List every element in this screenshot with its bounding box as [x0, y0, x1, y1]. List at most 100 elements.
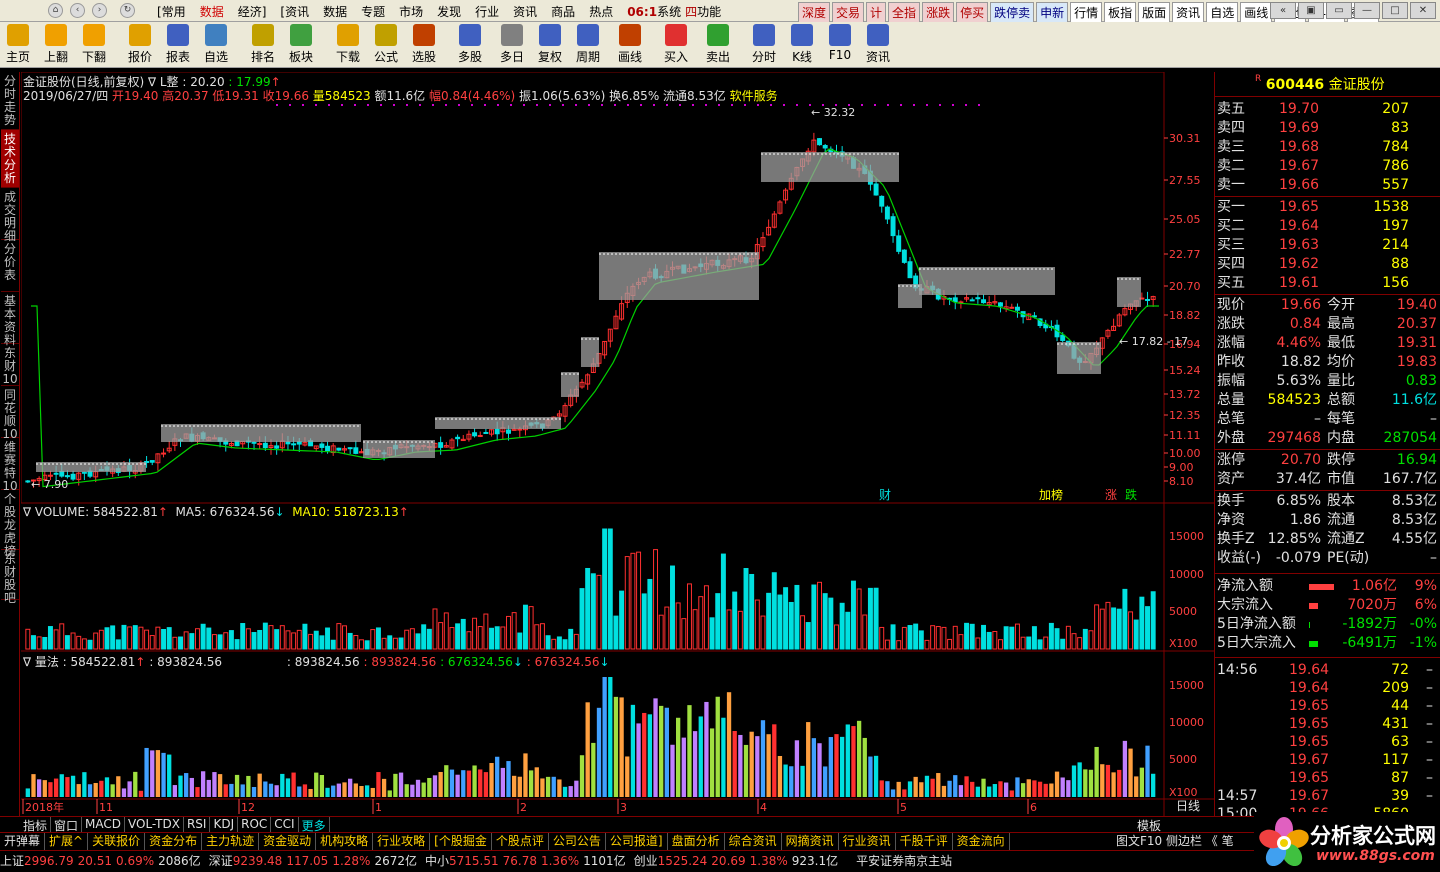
quick-menu-item-6[interactable]: 跌停卖 — [990, 2, 1035, 23]
info-tab-10[interactable]: 公司公告 — [549, 833, 606, 850]
window-button-2[interactable]: ▭ — [1326, 2, 1352, 19]
quick-menu-item-7[interactable]: 申新 — [1036, 2, 1069, 23]
info-tab-4[interactable]: 主力轨迹 — [202, 833, 260, 850]
ask-row-2[interactable]: 卖三 19.68 784 — [1217, 138, 1439, 157]
toolbar-button-8[interactable]: 下载 — [330, 24, 366, 65]
info-tab-8[interactable]: [个股掘金 — [430, 833, 492, 850]
bid-row-2[interactable]: 买三 19.63 214 — [1217, 236, 1439, 255]
quick-menu-item-11[interactable]: 资讯 — [1172, 2, 1205, 23]
toolbar-button-3[interactable]: 报价 — [122, 24, 158, 65]
toolbar-button-2[interactable]: 下翻 — [76, 24, 112, 65]
ask-row-0[interactable]: 卖五 19.70 207 — [1217, 100, 1439, 119]
toolbar-button-0[interactable]: 主页 — [0, 24, 36, 65]
menu-item-9[interactable]: 资讯 — [506, 3, 544, 20]
info-tab-5[interactable]: 资金驱动 — [259, 833, 317, 850]
window-button-3[interactable]: — — [1354, 2, 1380, 19]
forward-nav-icon[interactable]: › — [92, 3, 107, 18]
quant-title[interactable]: ∇ 量法 — [23, 655, 59, 669]
toolbar-button-20[interactable]: F10 — [822, 24, 858, 62]
menu-item-2[interactable]: 经济] — [231, 3, 274, 20]
toolbar-button-14[interactable]: 周期 — [570, 24, 606, 65]
menu-item-4[interactable]: 数据 — [316, 3, 354, 20]
index-3[interactable]: 创业1525.24 20.69 1.38% 923.1亿 — [634, 854, 842, 868]
window-button-4[interactable]: □ — [1382, 2, 1408, 19]
event-marker-3[interactable]: 跌 — [1125, 487, 1137, 502]
menu-item-3[interactable]: [资讯 — [273, 3, 316, 20]
menu-item-10[interactable]: 商品 — [544, 3, 582, 20]
window-button-5[interactable]: ✕ — [1410, 2, 1436, 19]
toolbar-button-5[interactable]: 自选 — [198, 24, 234, 65]
info-tab-15[interactable]: 行业资讯 — [839, 833, 896, 850]
window-button-1[interactable]: ▣ — [1298, 2, 1324, 19]
info-tab-7[interactable]: 行业攻略 — [373, 833, 431, 850]
toolbar-button-10[interactable]: 选股 — [406, 24, 442, 65]
info-tab-1[interactable]: 扩展^ — [45, 833, 89, 850]
bid-row-1[interactable]: 买二 19.64 197 — [1217, 217, 1439, 236]
info-right[interactable]: 图文F10 侧边栏 《 笔 — [1112, 833, 1238, 850]
quick-menu-item-3[interactable]: 全指 — [888, 2, 921, 23]
quick-menu-item-5[interactable]: 停买 — [956, 2, 989, 23]
toolbar-button-11[interactable]: 多股 — [452, 24, 488, 65]
side-tab-7[interactable]: 维赛特10 — [1, 438, 19, 493]
window-button-0[interactable]: « — [1270, 2, 1296, 19]
ask-row-4[interactable]: 卖一 19.66 557 — [1217, 176, 1439, 195]
toolbar-button-1[interactable]: 上翻 — [38, 24, 74, 65]
info-tab-13[interactable]: 综合资讯 — [725, 833, 782, 850]
toolbar-button-19[interactable]: K线 — [784, 24, 820, 65]
toolbar-button-12[interactable]: 多日 — [494, 24, 530, 65]
side-tab-3[interactable]: 分价表 — [1, 240, 19, 292]
info-tab-16[interactable]: 千股千评 — [896, 833, 953, 850]
toolbar-button-4[interactable]: 报表 — [160, 24, 196, 65]
side-tab-9[interactable]: 东财股吧 — [1, 550, 19, 605]
side-tab-0[interactable]: 分时走势 — [1, 72, 19, 130]
bid-row-4[interactable]: 买五 19.61 156 — [1217, 274, 1439, 293]
info-tab-2[interactable]: 关联报价 — [88, 833, 146, 850]
info-tab-3[interactable]: 资金分布 — [145, 833, 203, 850]
period-label[interactable]: 日线 — [1176, 799, 1200, 813]
quick-menu-item-0[interactable]: 深度 — [798, 2, 831, 23]
ask-row-1[interactable]: 卖四 19.69 83 — [1217, 119, 1439, 138]
event-marker-0[interactable]: 财 — [879, 488, 891, 502]
side-tab-1[interactable]: 技术分析 — [1, 130, 19, 188]
menu-item-6[interactable]: 市场 — [392, 3, 430, 20]
event-marker-2[interactable]: 涨 — [1105, 487, 1117, 502]
info-tab-6[interactable]: 机构攻略 — [316, 833, 374, 850]
side-tab-6[interactable]: 同花顺10 — [1, 386, 19, 441]
menu-item-7[interactable]: 发现 — [430, 3, 468, 20]
info-tab-11[interactable]: 公司报道] — [606, 833, 668, 850]
info-tab-17[interactable]: 资金流向 — [953, 833, 1010, 850]
quick-menu-item-4[interactable]: 涨跌 — [922, 2, 955, 23]
ask-row-3[interactable]: 卖二 19.67 786 — [1217, 157, 1439, 176]
info-tab-9[interactable]: 个股点评 — [492, 833, 549, 850]
toolbar-button-7[interactable]: 板块 — [283, 24, 319, 65]
menu-item-8[interactable]: 行业 — [468, 3, 506, 20]
bid-row-0[interactable]: 买一 19.65 1538 — [1217, 198, 1439, 217]
info-tab-0[interactable]: 开弹幕 — [0, 833, 46, 850]
bid-row-3[interactable]: 买四 19.62 88 — [1217, 255, 1439, 274]
side-tab-2[interactable]: 成交明细 — [1, 188, 19, 243]
side-tab-8[interactable]: 个股龙虎榜 — [1, 490, 19, 558]
info-tab-12[interactable]: 盘面分析 — [668, 833, 725, 850]
quick-menu-item-1[interactable]: 交易 — [832, 2, 865, 23]
toolbar-button-18[interactable]: 分时 — [746, 24, 782, 65]
toolbar-button-17[interactable]: 卖出 — [700, 24, 736, 65]
refresh-nav-icon[interactable]: ↻ — [120, 3, 135, 18]
quick-menu-item-9[interactable]: 板指 — [1104, 2, 1137, 23]
chart-area[interactable]: 30.31 27.55 25.05 22.77 20.70 18.82 16.94 15.24… — [21, 72, 1214, 832]
volume-title[interactable]: ∇ VOLUME: 584522.81 — [23, 505, 158, 519]
menu-item-1[interactable]: 数据 — [193, 3, 231, 20]
menu-item-0[interactable]: [常用 — [150, 3, 193, 20]
kline-chart[interactable]: 30.3127.5525.0522.7720.7018.8216.9415.24… — [21, 72, 1214, 832]
event-marker-1[interactable]: 加榜 — [1039, 487, 1063, 502]
quick-menu-item-10[interactable]: 版面 — [1138, 2, 1171, 23]
quick-menu-item-12[interactable]: 自选 — [1206, 2, 1239, 23]
quick-menu-item-8[interactable]: 行情 — [1070, 2, 1103, 23]
index-2[interactable]: 中小5715.51 76.78 1.36% 1101亿 — [425, 854, 630, 868]
home-nav-icon[interactable]: ⌂ — [48, 3, 63, 18]
side-tab-4[interactable]: 基本资料 — [1, 292, 19, 347]
toolbar-button-16[interactable]: 买入 — [658, 24, 694, 65]
quick-menu-item-13[interactable]: 画线 — [1240, 2, 1273, 23]
toolbar-button-9[interactable]: 公式 — [368, 24, 404, 65]
toolbar-button-13[interactable]: 复权 — [532, 24, 568, 65]
menu-item-11[interactable]: 热点 — [582, 3, 620, 20]
